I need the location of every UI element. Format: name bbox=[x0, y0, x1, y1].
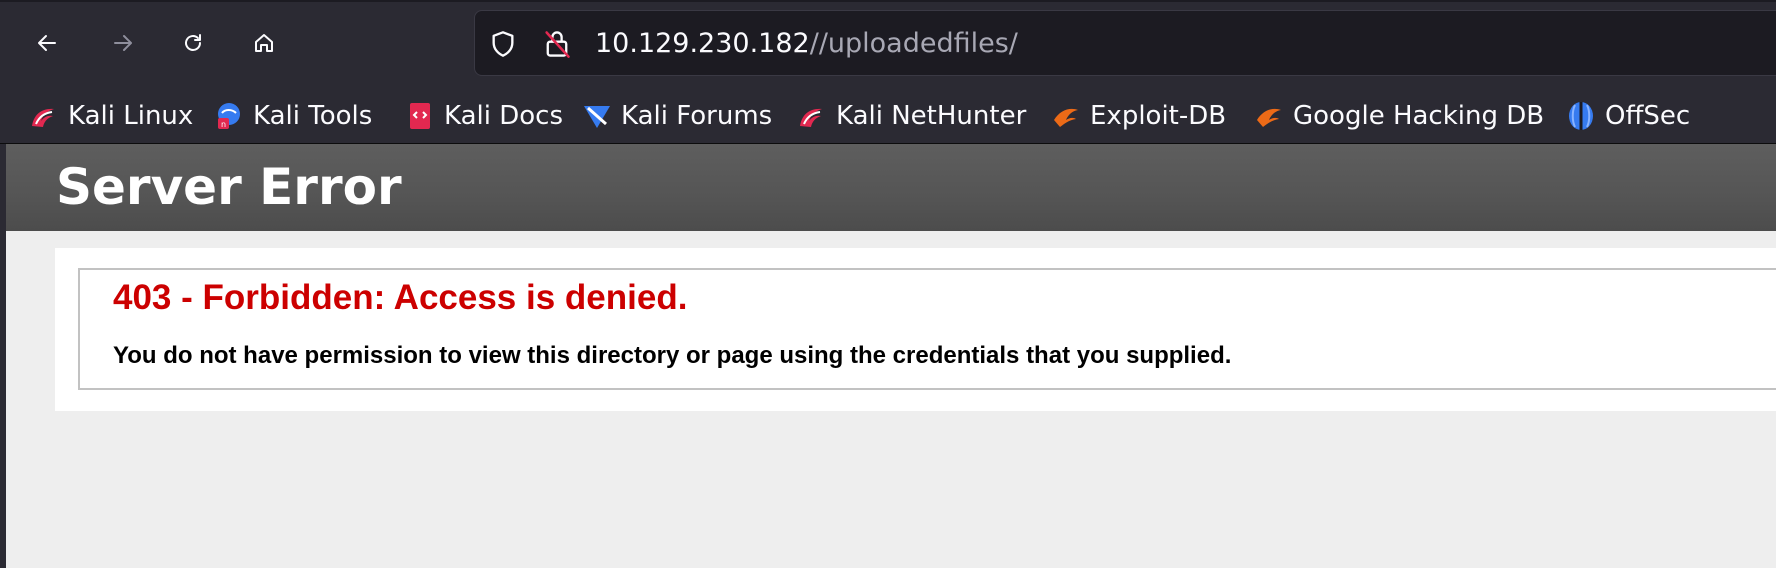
forward-icon bbox=[114, 35, 132, 51]
bookmark-label: Google Hacking DB bbox=[1293, 101, 1545, 131]
error-fieldset: 403 - Forbidden: Access is denied. You d… bbox=[78, 268, 1776, 390]
bookmark-kali-linux[interactable]: Kali Linux bbox=[28, 88, 193, 144]
url-host: 10.129.230.182 bbox=[595, 28, 810, 59]
kali-nethunter-icon bbox=[800, 108, 822, 127]
bookmark-label: Kali Forums bbox=[621, 101, 773, 131]
url-bar[interactable]: 10.129.230.182//uploadedfiles/ bbox=[474, 10, 1776, 76]
bookmark-label: Kali Tools bbox=[253, 101, 373, 131]
kali-tools-icon: n bbox=[218, 103, 240, 129]
svg-text:n: n bbox=[221, 120, 226, 129]
toolbar-top-border bbox=[0, 0, 1776, 2]
bookmark-google-hacking-db[interactable]: Google Hacking DB bbox=[1253, 88, 1544, 144]
bookmark-kali-docs[interactable]: Kali Docs bbox=[404, 88, 563, 144]
bookmark-label: Kali Linux bbox=[68, 101, 194, 131]
reload-icon bbox=[185, 34, 201, 51]
insecure-lock-icon[interactable] bbox=[543, 29, 571, 59]
reload-button[interactable] bbox=[174, 24, 212, 62]
error-panel: 403 - Forbidden: Access is denied. You d… bbox=[55, 248, 1776, 411]
ghdb-icon bbox=[1257, 108, 1281, 127]
bookmark-offsec[interactable]: OffSec bbox=[1565, 88, 1690, 144]
home-icon bbox=[255, 34, 273, 52]
home-button[interactable] bbox=[245, 24, 283, 62]
bookmark-label: OffSec bbox=[1605, 101, 1691, 131]
page-content: 403 - Forbidden: Access is denied. You d… bbox=[6, 231, 1776, 568]
bookmark-label: Kali Docs bbox=[444, 101, 564, 131]
bookmark-label: Kali NetHunter bbox=[836, 101, 1027, 131]
kali-forums-icon bbox=[584, 106, 610, 128]
bookmark-kali-forums[interactable]: Kali Forums bbox=[581, 88, 772, 144]
shield-icon[interactable] bbox=[489, 30, 517, 58]
offsec-icon bbox=[1569, 102, 1593, 130]
url-path: //uploadedfiles/ bbox=[809, 28, 1018, 59]
exploit-db-icon bbox=[1054, 108, 1078, 127]
error-title: 403 - Forbidden: Access is denied. bbox=[113, 278, 688, 317]
bookmarks-toolbar: Kali Linux n Kali Tools Kali Docs Kali F… bbox=[0, 88, 1776, 144]
bookmark-exploit-db[interactable]: Exploit-DB bbox=[1050, 88, 1226, 144]
kali-dragon-icon bbox=[32, 108, 54, 127]
back-button[interactable] bbox=[28, 24, 66, 62]
forward-button[interactable] bbox=[104, 24, 142, 62]
url-text[interactable]: 10.129.230.182//uploadedfiles/ bbox=[595, 27, 1018, 61]
browser-toolbar: 10.129.230.182//uploadedfiles/ bbox=[0, 0, 1776, 88]
back-icon bbox=[38, 35, 56, 51]
bookmark-kali-tools[interactable]: n Kali Tools bbox=[213, 88, 372, 144]
kali-docs-icon bbox=[410, 103, 430, 129]
page-title: Server Error bbox=[56, 158, 402, 216]
bookmark-label: Exploit-DB bbox=[1090, 101, 1227, 131]
bookmark-kali-nethunter[interactable]: Kali NetHunter bbox=[796, 88, 1026, 144]
page-header: Server Error bbox=[6, 144, 1776, 231]
error-message: You do not have permission to view this … bbox=[113, 342, 1232, 369]
